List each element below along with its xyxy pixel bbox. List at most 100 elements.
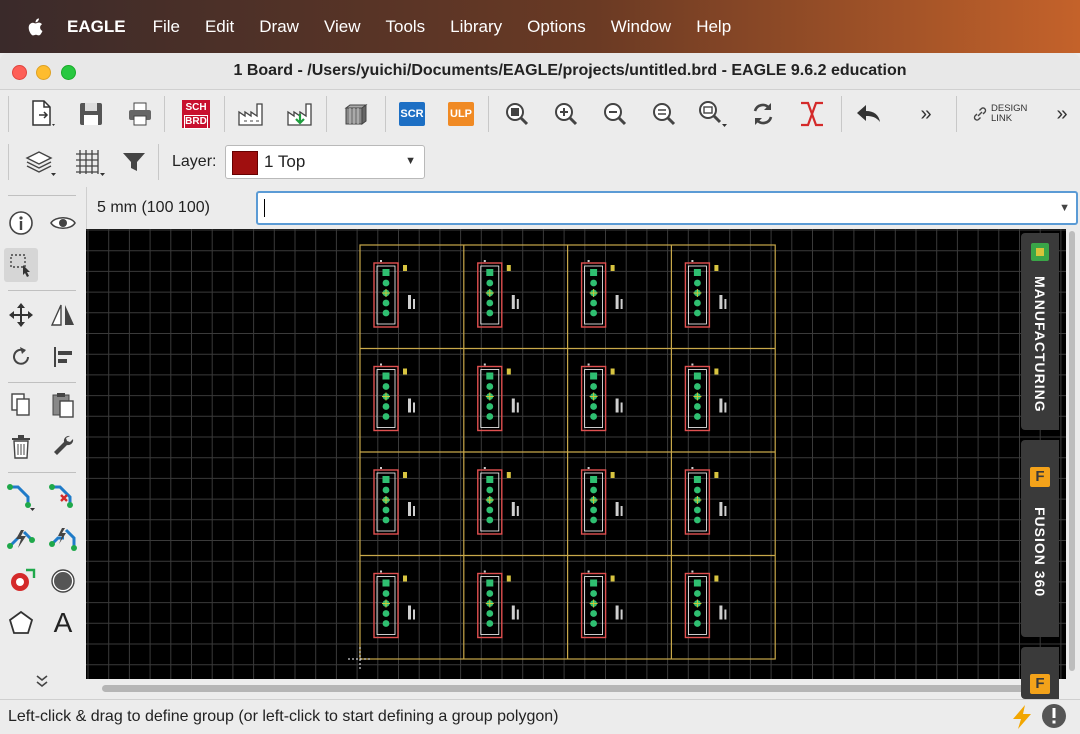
part-name-marker (714, 368, 719, 375)
show-tool[interactable] (46, 206, 80, 240)
print-button[interactable] (122, 96, 158, 132)
connector-pad (693, 269, 701, 276)
menu-file[interactable]: File (153, 17, 180, 37)
paste-tool[interactable] (46, 388, 80, 422)
fusion-panel-tab[interactable]: F FUSION 360 (1021, 440, 1059, 637)
palette-divider (8, 472, 76, 473)
change-tool[interactable] (46, 430, 80, 464)
menu-options[interactable]: Options (527, 17, 586, 37)
connector-pad (486, 620, 494, 627)
part-name-marker (403, 368, 407, 375)
toolbar-overflow-button[interactable]: » (908, 96, 944, 132)
connector-pad (694, 610, 701, 617)
drc-errors-button[interactable] (794, 96, 830, 132)
part-value-marker (413, 402, 415, 413)
menu-tools[interactable]: Tools (385, 17, 425, 37)
connector-pad (382, 506, 390, 514)
palette-divider (8, 195, 76, 196)
expand-palette-button[interactable] (25, 664, 59, 698)
warning-exclamation-icon[interactable] (1041, 703, 1067, 729)
pin1-marker (483, 363, 486, 366)
part-name-marker (506, 575, 511, 582)
polygon-tool[interactable] (4, 606, 38, 640)
menu-edit[interactable]: Edit (205, 17, 234, 37)
cam-processor-button[interactable] (233, 96, 269, 132)
align-tool[interactable] (46, 340, 80, 374)
menu-library[interactable]: Library (450, 17, 502, 37)
connector-pad (382, 309, 390, 317)
design-link-button[interactable]: DESIGN LINK (972, 101, 1027, 127)
zoom-fit-button[interactable] (499, 96, 535, 132)
pin1-marker (691, 260, 694, 262)
route-tool[interactable] (4, 480, 38, 514)
grid-settings-button[interactable] (71, 144, 107, 180)
connector-pad (382, 403, 390, 410)
board-drawing[interactable] (86, 229, 1066, 679)
menu-window[interactable]: Window (611, 17, 671, 37)
print-icon (129, 102, 151, 126)
library-manager-button[interactable] (338, 96, 374, 132)
group-tool[interactable] (4, 248, 38, 282)
info-tool[interactable] (4, 206, 38, 240)
order-pcb-button[interactable] (282, 96, 318, 132)
copy-tool[interactable] (4, 388, 38, 422)
zoom-redraw-button[interactable] (646, 96, 682, 132)
menu-help[interactable]: Help (696, 17, 731, 37)
script-icon: SCR (399, 102, 425, 126)
part-value-marker (620, 299, 623, 309)
connector-pad (590, 279, 597, 287)
rotate-tool[interactable] (4, 340, 38, 374)
run-script-button[interactable]: SCR (394, 96, 430, 132)
run-ulp-button[interactable]: ULP (443, 96, 479, 132)
command-line-input[interactable]: ▼ (256, 191, 1078, 225)
move-tool[interactable] (4, 298, 38, 332)
undo-button[interactable] (851, 96, 887, 132)
layer-select[interactable]: 1 Top ▼ (225, 145, 425, 179)
board-canvas[interactable] (86, 229, 1066, 679)
vertical-scrollbar[interactable] (1066, 229, 1080, 679)
hole-icon (51, 569, 75, 593)
zoom-select-button[interactable] (695, 96, 731, 132)
new-file-button[interactable] (24, 96, 60, 132)
manufacturing-panel-tab[interactable]: MANUFACTURING (1021, 233, 1059, 430)
command-history-arrow-icon[interactable]: ▼ (1059, 202, 1070, 214)
info-icon (9, 211, 33, 235)
palette-divider (8, 382, 76, 383)
menu-app-name[interactable]: EAGLE (67, 17, 126, 37)
hole-tool[interactable] (46, 564, 80, 598)
horizontal-scroll-thumb[interactable] (102, 685, 1032, 692)
apple-icon[interactable] (25, 16, 47, 38)
lightning-bolt-icon[interactable] (1010, 704, 1034, 730)
ripup-tool[interactable] (46, 480, 80, 514)
toolbar-overflow-right-button[interactable]: » (1047, 96, 1077, 132)
horizontal-scrollbar[interactable] (86, 679, 1080, 699)
delete-tool[interactable] (4, 430, 38, 464)
switch-sch-brd-button[interactable]: SCH BRD (178, 96, 214, 132)
part-value-marker (719, 502, 723, 516)
connector-pad (694, 620, 701, 627)
save-button[interactable] (73, 96, 109, 132)
text-tool[interactable]: A (46, 606, 80, 640)
connector-pad (486, 590, 494, 597)
via-tool[interactable] (4, 564, 38, 598)
mirror-tool[interactable] (46, 298, 80, 332)
autorouter-tool[interactable] (4, 522, 38, 556)
connector-pad (486, 383, 494, 390)
part-value-marker (408, 398, 411, 413)
menu-view[interactable]: View (324, 17, 361, 37)
drc-x-icon (801, 101, 823, 127)
filter-button[interactable] (116, 144, 152, 180)
route-multiple-tool[interactable] (46, 522, 80, 556)
menu-draw[interactable]: Draw (259, 17, 299, 37)
layer-settings-button[interactable] (22, 144, 58, 180)
zoom-in-button[interactable] (548, 96, 584, 132)
zoom-out-button[interactable] (597, 96, 633, 132)
part-value-marker (413, 299, 415, 309)
copy-icon (11, 393, 30, 416)
part-value-marker (620, 402, 623, 413)
fusion-panel-tab-secondary[interactable]: F (1021, 647, 1059, 699)
pin1-marker (691, 570, 694, 573)
ratsnest-button[interactable] (745, 96, 781, 132)
connector-pad (590, 579, 598, 587)
vertical-scroll-thumb[interactable] (1069, 231, 1075, 671)
